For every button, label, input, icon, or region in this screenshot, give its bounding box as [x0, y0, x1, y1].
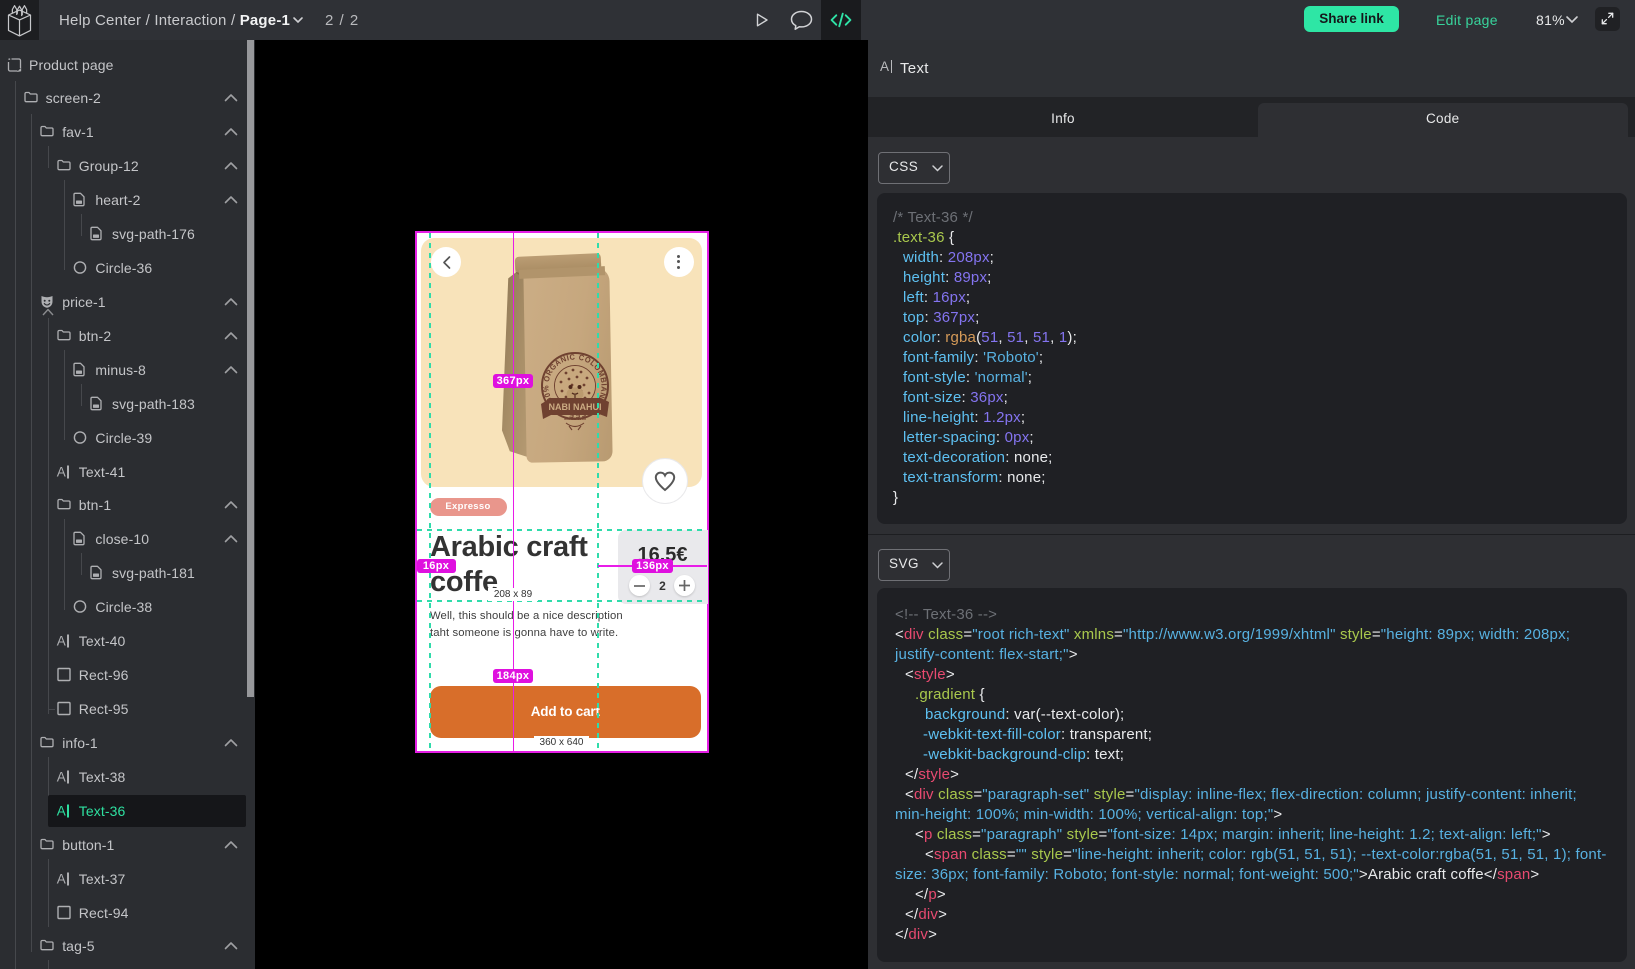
svg-text:NABI NAHUI: NABI NAHUI [549, 402, 602, 412]
svg-text:SINCE 1930: SINCE 1930 [564, 416, 587, 421]
